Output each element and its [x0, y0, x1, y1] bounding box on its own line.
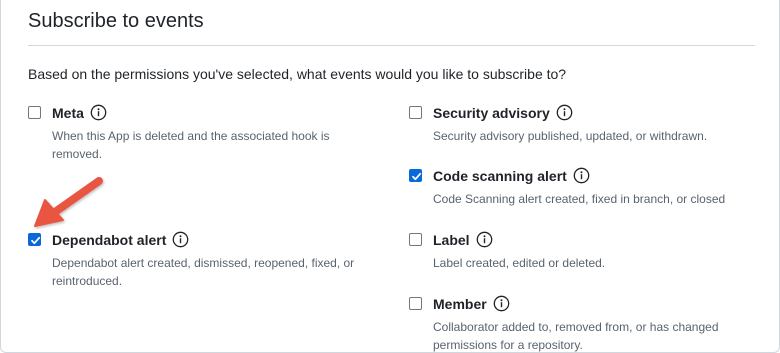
- heading-divider: [28, 45, 755, 46]
- code-scanning-alert-description: Code Scanning alert created, fixed in br…: [433, 192, 726, 206]
- meta-title: Meta: [52, 104, 84, 121]
- arrow-icon: [34, 177, 103, 227]
- info-icon[interactable]: [573, 167, 590, 184]
- dependabot-alert-title: Dependabot alert: [52, 231, 167, 248]
- security-advisory-description: Security advisory published, updated, or…: [433, 129, 708, 143]
- label-checkbox[interactable]: [409, 233, 422, 246]
- label-title: Label: [433, 231, 470, 248]
- section-intro: Based on the permissions you've selected…: [28, 66, 567, 82]
- info-icon[interactable]: [493, 295, 510, 312]
- section-heading: Subscribe to events: [28, 10, 204, 32]
- member-checkbox[interactable]: [409, 297, 422, 310]
- meta-description: When this App is deleted and the associa…: [52, 129, 330, 161]
- label-description: Label created, edited or deleted.: [433, 256, 606, 270]
- dependabot-alert-checkbox[interactable]: [28, 233, 41, 246]
- subscribe-events-panel: Subscribe to events Based on the permiss…: [0, 0, 780, 353]
- info-icon[interactable]: [476, 231, 493, 248]
- meta-checkbox[interactable]: [28, 106, 41, 119]
- info-icon[interactable]: [556, 104, 573, 121]
- code-scanning-alert-checkbox[interactable]: [409, 169, 422, 182]
- dependabot-alert-description: Dependabot alert created, dismissed, reo…: [52, 256, 355, 288]
- info-icon[interactable]: [172, 231, 189, 248]
- security-advisory-checkbox[interactable]: [409, 106, 422, 119]
- security-advisory-title: Security advisory: [433, 104, 550, 121]
- checkmark-icon: [31, 236, 41, 245]
- code-scanning-alert-title: Code scanning alert: [433, 167, 567, 184]
- info-icon[interactable]: [90, 104, 107, 121]
- member-description: Collaborator added to, removed from, or …: [433, 320, 719, 352]
- checkmark-icon: [412, 172, 422, 181]
- member-title: Member: [433, 295, 487, 312]
